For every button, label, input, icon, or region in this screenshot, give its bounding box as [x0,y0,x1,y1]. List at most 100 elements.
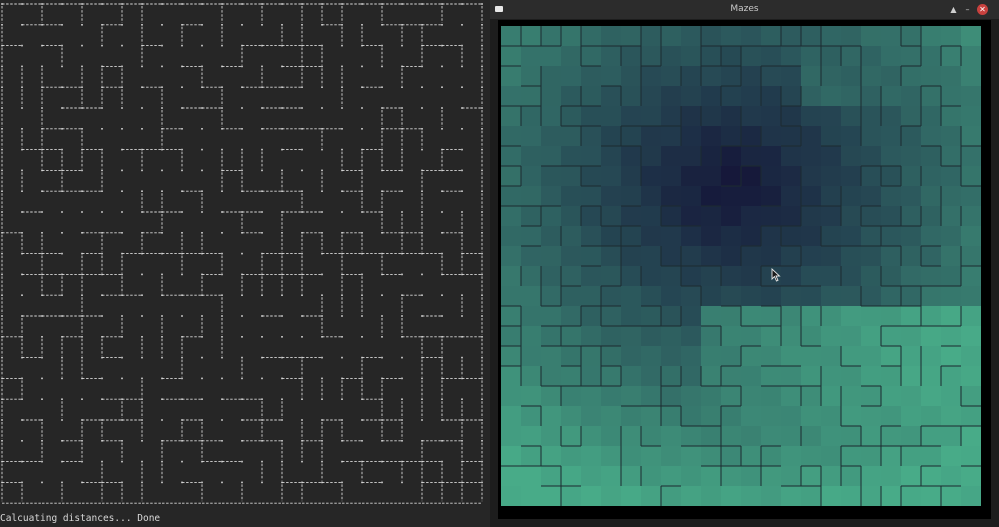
ascii-corner [441,398,443,400]
maze-cell [561,146,582,167]
maze-cell [681,46,702,67]
ascii-corner [301,460,303,463]
ascii-corner [381,252,383,255]
maze-cell [801,366,822,387]
ascii-corner [241,24,243,26]
maze-cell [661,66,682,87]
maze-cell [861,246,882,267]
ascii-corner [141,148,143,151]
ascii-corner [81,440,83,442]
maze-cell [701,306,722,327]
maze-cell [581,406,602,427]
ascii-corner [481,336,483,338]
ascii-corner [341,128,343,130]
maze-cell [941,366,962,387]
close-button[interactable]: ✕ [977,4,988,15]
ascii-corner [341,3,343,5]
maze-cell [541,486,562,506]
maze-cell [641,366,662,387]
ascii-corner [281,273,283,276]
maze-cell [641,106,662,127]
ascii-corner [261,315,263,317]
ascii-corner [121,398,123,400]
maze-cell [501,246,522,267]
mouse-cursor-icon [771,268,781,282]
ascii-corner [401,86,403,88]
ascii-corner [361,24,363,26]
maze-cell [561,226,582,247]
minimize-button[interactable]: – [962,4,973,15]
title-bar[interactable]: Mazes ▲ – ✕ [490,0,999,19]
maze-cell [641,146,662,167]
maze-cell [501,266,522,287]
maze-cell [921,206,942,227]
maze-cell [581,466,602,487]
ascii-corner [21,377,23,380]
ascii-corner [201,65,203,68]
maze-cell [681,146,702,167]
ascii-corner [241,232,243,234]
maze-cell [701,206,722,227]
ascii-corner [441,44,443,47]
ascii-corner [41,128,43,130]
maze-cell [801,446,822,467]
ascii-corner [241,252,243,255]
maze-cell [581,226,602,247]
maze-cell [541,106,562,127]
restore-button[interactable]: ▲ [948,4,959,15]
maze-cell [621,146,642,167]
terminal-pane[interactable]: Calcuating distances... Done [0,0,488,527]
ascii-corner [241,3,243,5]
maze-cell [501,446,522,467]
ascii-corner [61,356,63,359]
maze-cell [641,286,662,307]
maze-cell [581,46,602,67]
maze-cell [661,146,682,167]
ascii-corner [341,252,343,255]
ascii-corner [81,65,83,68]
ascii-corner [1,481,3,484]
maze-cell [661,326,682,347]
maze-cell [781,106,802,127]
maze-cell [861,206,882,227]
ascii-corner [321,356,323,359]
ascii-corner [241,356,243,359]
maze-cell [561,106,582,127]
maze-cell [901,426,922,447]
ascii-corner [261,419,263,421]
maze-cell [741,166,762,187]
maze-cell [861,66,882,87]
ascii-corner [1,44,3,47]
ascii-corner [361,232,363,234]
ascii-corner [21,336,23,338]
maze-cell [681,206,702,227]
ascii-corner [421,252,423,255]
ascii-corner [421,419,423,421]
ascii-corner [141,128,143,130]
ascii-corner [201,169,203,172]
ascii-corner [441,273,443,276]
colored-maze-canvas[interactable] [501,26,981,506]
ascii-corner [441,356,443,359]
maze-cell [621,46,642,67]
ascii-corner [101,398,103,400]
ascii-corner [341,107,343,109]
maze-cell [781,366,802,387]
maze-cell [941,66,962,87]
maze-cell [781,226,802,247]
maze-cell [901,186,922,207]
ascii-corner [81,273,83,276]
ascii-corner [341,24,343,26]
ascii-corner [101,419,103,421]
maze-cell [541,206,562,227]
ascii-corner [101,294,103,296]
mazes-window[interactable]: Mazes ▲ – ✕ [490,0,999,527]
maze-cell [601,226,622,247]
maze-cell [621,186,642,207]
maze-cell [501,386,522,407]
maze-cell [521,486,542,506]
maze-cell [641,266,662,287]
maze-cell [501,326,522,347]
ascii-corner [401,460,403,463]
ascii-corner [301,211,303,213]
